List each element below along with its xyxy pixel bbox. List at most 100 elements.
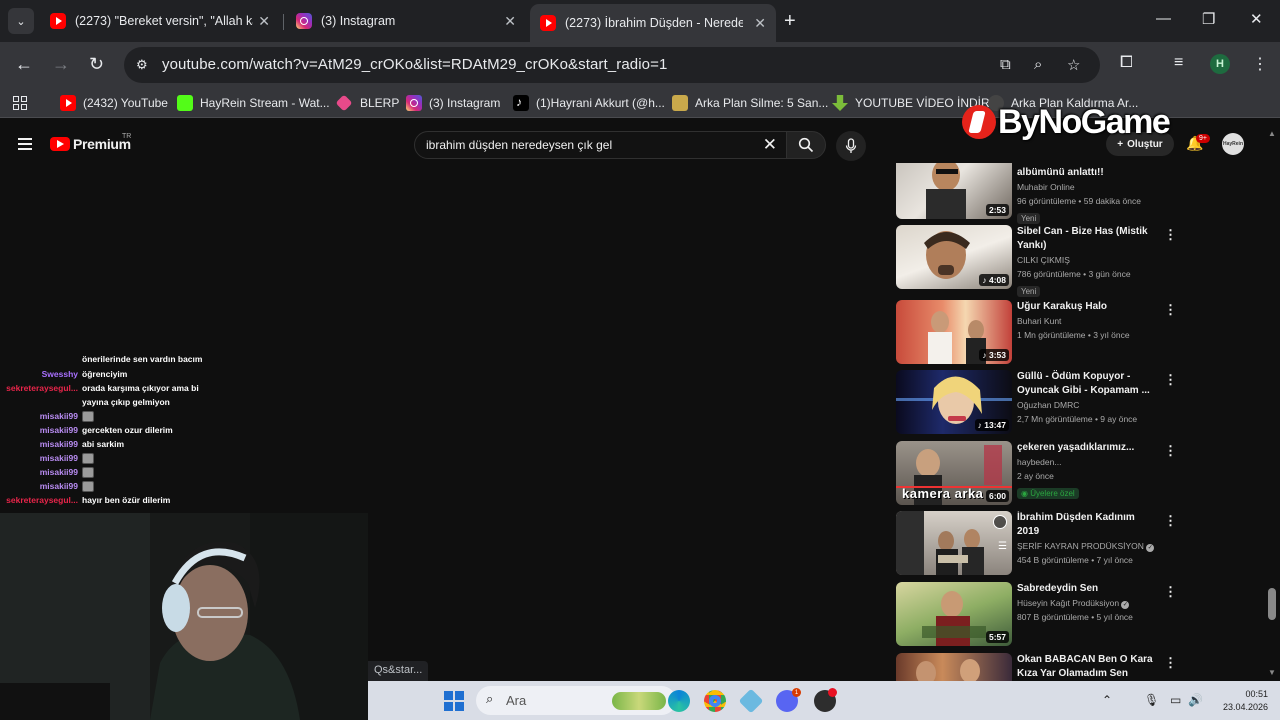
channel-name[interactable]: ŞERİF KAYRAN PRODÜKSİYON ✓ — [1017, 539, 1157, 553]
search-input[interactable]: ibrahim düşden neredeysen çık gel ✕ — [414, 131, 788, 159]
related-video-item[interactable]: kamera arka 6:00 çekeren yaşadıklarımız.… — [896, 441, 1180, 511]
related-video-item[interactable]: ♪ 13:47 Güllü - Ödüm Kopuyor - Oyuncak Gi… — [896, 370, 1180, 440]
media-controls-icon[interactable]: ≡ — [1174, 54, 1183, 72]
zoom-icon[interactable]: ⌕ — [1034, 56, 1042, 73]
video-thumbnail[interactable]: kamera arka 6:00 — [896, 441, 1012, 505]
volume-tray-icon[interactable]: 🔊 — [1188, 693, 1203, 707]
video-title[interactable]: albümünü anlattı!! — [1017, 166, 1157, 180]
tab-youtube-bereket[interactable]: (2273) "Bereket versin", "Allah kaz ✕ — [40, 4, 280, 38]
more-actions-icon[interactable]: ⋮ — [1164, 227, 1177, 243]
channel-name[interactable]: Hüseyin Kağıt Prodüksiyon ✓ — [1017, 596, 1157, 610]
related-video-item[interactable]: ☰ İbrahim Düşden Kadınım 2019 ŞERİF KAYR… — [896, 511, 1180, 581]
window-close-button[interactable]: ✕ — [1250, 10, 1263, 28]
browser-toolbar: ← → ↻ ⚙ youtube.com/watch?v=AtM29_crOKo&… — [0, 42, 1280, 88]
video-title[interactable]: Güllü - Ödüm Kopuyor - Oyuncak Gibi - Kop… — [1017, 370, 1157, 398]
profile-avatar[interactable]: H — [1210, 54, 1230, 74]
channel-name[interactable]: Muhabir Online — [1017, 180, 1157, 194]
related-video-item[interactable]: ♪ 3:53 Uğur Karakuş Halo Buhari Kunt 1 M… — [896, 300, 1180, 370]
voice-search-button[interactable] — [836, 131, 866, 161]
video-title[interactable]: İbrahim Düşden Kadınım 2019 — [1017, 511, 1157, 539]
close-icon[interactable]: ✕ — [258, 13, 270, 30]
more-actions-icon[interactable]: ⋮ — [1164, 655, 1177, 671]
extensions-icon[interactable]: ⧠ — [1120, 54, 1133, 72]
video-duration: 5:57 — [985, 631, 1009, 643]
channel-name[interactable]: Buhari Kunt — [1017, 314, 1157, 328]
account-avatar[interactable]: HayRein — [1222, 133, 1244, 155]
video-title[interactable]: çekeren yaşadıklarımız... — [1017, 441, 1157, 455]
related-video-item[interactable]: 5:57 Sabredeydin Sen Hüseyin Kağıt Prodü… — [896, 582, 1180, 652]
video-title[interactable]: Sibel Can - Bize Has (Mistik Yankı) — [1017, 225, 1157, 253]
back-arrow-icon[interactable]: ← — [15, 54, 33, 75]
bookmark-blerp[interactable]: BLERP — [335, 94, 399, 112]
edge-icon[interactable] — [668, 690, 690, 712]
forward-arrow-icon[interactable]: → — [52, 54, 70, 75]
video-thumbnail[interactable]: 2:53 — [896, 163, 1012, 219]
channel-name[interactable]: CILKI ÇIKMIŞ — [1017, 253, 1157, 267]
chrome-icon[interactable] — [704, 690, 726, 712]
scroll-down-arrow-icon[interactable]: ▼ — [1268, 668, 1276, 677]
watch-later-icon[interactable] — [993, 515, 1007, 529]
search-button[interactable] — [786, 131, 826, 159]
video-thumbnail[interactable] — [896, 653, 1012, 681]
network-tray-icon[interactable]: ▭ — [1170, 693, 1181, 707]
minimize-button[interactable]: — — [1156, 10, 1171, 27]
video-thumbnail[interactable]: ♪ 3:53 — [896, 300, 1012, 364]
channel-name[interactable]: haybeden... — [1017, 455, 1157, 469]
tab-youtube-ibrahim[interactable]: (2273) İbrahim Düşden - Neredeys ✕ — [530, 4, 776, 42]
new-tab-button[interactable]: + — [784, 10, 796, 33]
bookmark-hayrein-stream[interactable]: HayRein Stream - Wat... — [177, 95, 330, 111]
clear-search-icon[interactable]: ✕ — [763, 135, 777, 155]
related-video-item[interactable]: Okan BABACAN Ben O Kara Kıza Yar Olamadım… — [896, 653, 1180, 681]
close-icon[interactable]: ✕ — [754, 15, 766, 32]
address-bar[interactable]: ⚙ youtube.com/watch?v=AtM29_crOKo&list=R… — [124, 47, 1100, 83]
scrollbar-thumb[interactable] — [1268, 588, 1276, 620]
tray-expand-icon[interactable]: ⌃ — [1102, 693, 1112, 707]
system-clock[interactable]: 00:51 23.04.2026 — [1212, 688, 1268, 714]
add-to-queue-icon[interactable]: ☰ — [998, 541, 1007, 552]
video-title[interactable]: Uğur Karakuş Halo — [1017, 300, 1157, 314]
video-title[interactable]: Okan BABACAN Ben O Kara Kıza Yar Olamadım… — [1017, 653, 1157, 681]
more-actions-icon[interactable]: ⋮ — [1164, 443, 1177, 459]
more-actions-icon[interactable]: ⋮ — [1164, 513, 1177, 529]
more-actions-icon[interactable]: ⋮ — [1164, 372, 1177, 388]
more-actions-icon[interactable]: ⋮ — [1164, 302, 1177, 318]
watermark-text: ByNoGame — [998, 102, 1171, 141]
hamburger-menu-icon[interactable] — [18, 138, 32, 150]
bookmark-star-icon[interactable]: ☆ — [1067, 56, 1080, 74]
video-thumbnail[interactable]: ☰ — [896, 511, 1012, 575]
video-thumbnail[interactable]: 5:57 — [896, 582, 1012, 646]
video-thumbnail[interactable]: ♪ 13:47 — [896, 370, 1012, 434]
channel-name[interactable]: Oğuzhan DMRC — [1017, 398, 1157, 412]
bookmark-tiktok[interactable]: (1)Hayrani Akkurt (@h... — [513, 95, 665, 111]
video-thumbnail[interactable]: ♪ 4:08 — [896, 225, 1012, 289]
tab-search-button[interactable]: ⌄ — [8, 8, 34, 34]
more-actions-icon[interactable]: ⋮ — [1164, 584, 1177, 600]
new-badge: Yeni — [1017, 213, 1041, 224]
site-settings-icon[interactable]: ⚙ — [136, 57, 148, 73]
bookmark-instagram[interactable]: (3) Instagram — [406, 95, 500, 111]
more-menu-icon[interactable]: ⋮ — [1252, 54, 1268, 74]
youtube-icon — [540, 15, 556, 31]
link-preview-status: Qs&star... — [368, 661, 429, 681]
taskbar-search-input[interactable]: ⌕ Ara — [476, 686, 676, 715]
restore-button[interactable]: ❐ — [1202, 10, 1215, 28]
scroll-up-arrow-icon[interactable]: ▲ — [1268, 129, 1276, 138]
chat-text: orada karşıma çıkıyor ama bi — [82, 383, 199, 393]
bookmark-youtube[interactable]: (2432) YouTube — [60, 95, 168, 111]
windows-start-icon[interactable] — [444, 691, 464, 711]
apps-grid-icon[interactable] — [13, 96, 27, 110]
youtube-logo-icon[interactable] — [50, 137, 70, 151]
search-query[interactable]: ibrahim düşden neredeysen çık gel — [426, 138, 612, 152]
related-video-item[interactable]: 2:53 albümünü anlattı!! Muhabir Online 9… — [896, 163, 1180, 224]
install-app-icon[interactable]: ⧉ — [1000, 56, 1011, 73]
tab-instagram[interactable]: (3) Instagram ✕ — [286, 4, 526, 38]
video-title[interactable]: Sabredeydin Sen — [1017, 582, 1157, 596]
network-app-icon[interactable] — [738, 688, 764, 714]
music-note-icon: ♪ — [982, 350, 989, 360]
microphone-tray-icon[interactable]: 🎙 — [1144, 693, 1159, 707]
reload-icon[interactable]: ↻ — [89, 54, 104, 75]
related-video-item[interactable]: ♪ 4:08 Sibel Can - Bize Has (Mistik Yankı… — [896, 225, 1180, 297]
bookmark-arka-plan-silme[interactable]: Arka Plan Silme: 5 San... — [672, 95, 828, 111]
url-text[interactable]: youtube.com/watch?v=AtM29_crOKo&list=RDA… — [162, 56, 667, 73]
close-icon[interactable]: ✕ — [504, 13, 516, 30]
